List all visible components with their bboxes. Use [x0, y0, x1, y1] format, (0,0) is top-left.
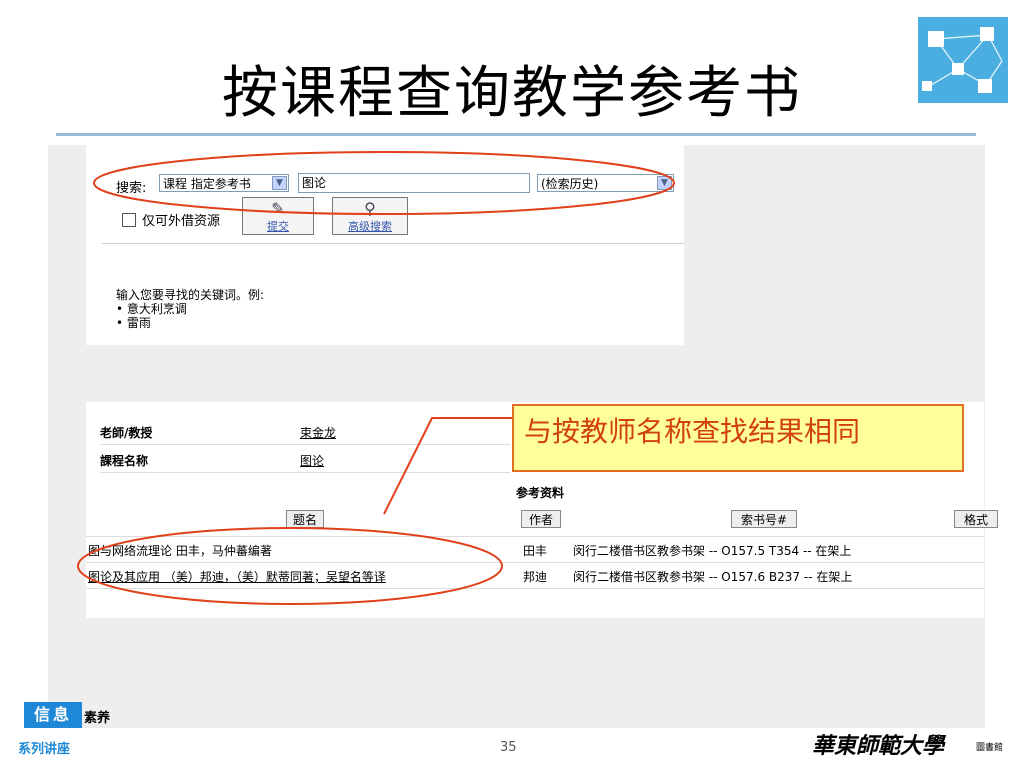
search-input[interactable]: 图论: [298, 173, 530, 193]
footer-badge: 信息: [24, 702, 82, 728]
teacher-label: 老師/教授: [100, 426, 153, 440]
divider: [102, 243, 684, 244]
footer-badge-suffix: 素养: [84, 711, 111, 726]
column-format[interactable]: 格式: [954, 510, 998, 528]
library-label: 圖書館: [976, 743, 1004, 753]
column-title[interactable]: 题名: [286, 510, 324, 528]
hint-intro: 输入您要寻找的关键词。例:: [116, 288, 265, 302]
loanable-only-label: 仅可外借资源: [142, 214, 221, 229]
divider: [86, 588, 984, 589]
page-number: 35: [500, 740, 517, 755]
row-author: 田丰: [523, 544, 548, 558]
advanced-search-label: 高级搜索: [348, 220, 392, 233]
search-history-value: (检索历史): [541, 177, 599, 191]
divider: [86, 562, 984, 563]
advanced-search-button[interactable]: ⚲ 高级搜索: [332, 197, 408, 235]
network-logo-icon: [918, 17, 1008, 103]
row-location: 闵行二楼借书区教参书架 -- O157.5 T354 -- 在架上: [573, 544, 852, 558]
submit-label: 提交: [267, 220, 289, 233]
search-label: 搜索:: [116, 181, 147, 196]
row-author: 邦迪: [523, 570, 548, 584]
loanable-only-checkbox[interactable]: [122, 213, 136, 227]
course-link[interactable]: 图论: [300, 452, 324, 469]
divider: [86, 536, 984, 537]
hint-example: • 意大利烹调: [116, 302, 187, 316]
title-divider: [56, 133, 976, 136]
magnifier-icon: ⚲: [364, 199, 376, 218]
footer-series: 系列讲座: [18, 742, 71, 757]
chevron-down-icon: ▼: [272, 176, 287, 190]
divider: [100, 444, 510, 445]
university-logo: 華東師範大學: [812, 733, 945, 759]
submit-button[interactable]: ✎ 提交: [242, 197, 314, 235]
annotation-callout: 与按教师名称查找结果相同: [512, 404, 964, 472]
row-title[interactable]: 图论及其应用 （美）邦迪，（美）默蒂同著；吴望名等译: [88, 568, 386, 585]
search-scope-select[interactable]: 课程 指定参考书 ▼: [159, 174, 289, 192]
search-history-select[interactable]: (检索历史) ▼: [537, 174, 674, 192]
course-label: 課程名称: [100, 454, 149, 468]
references-section-label: 参考资料: [516, 486, 565, 500]
chevron-down-icon: ▼: [657, 176, 672, 190]
divider: [100, 472, 510, 473]
row-title[interactable]: 图与网络流理论 田丰，马仲蕃编著: [88, 542, 272, 559]
column-call-number[interactable]: 索书号#: [731, 510, 797, 528]
column-author[interactable]: 作者: [521, 510, 561, 528]
pencil-icon: ✎: [271, 199, 285, 218]
search-hint: 输入您要寻找的关键词。例: • 意大利烹调 • 雷雨: [116, 288, 264, 330]
search-scope-value: 课程 指定参考书: [163, 177, 251, 191]
row-location: 闵行二楼借书区教参书架 -- O157.6 B237 -- 在架上: [573, 570, 853, 584]
slide-title: 按课程查询教学参考书: [222, 61, 802, 126]
search-query-value: 图论: [302, 176, 327, 190]
hint-example: • 雷雨: [116, 316, 151, 330]
teacher-link[interactable]: 束金龙: [300, 424, 336, 441]
